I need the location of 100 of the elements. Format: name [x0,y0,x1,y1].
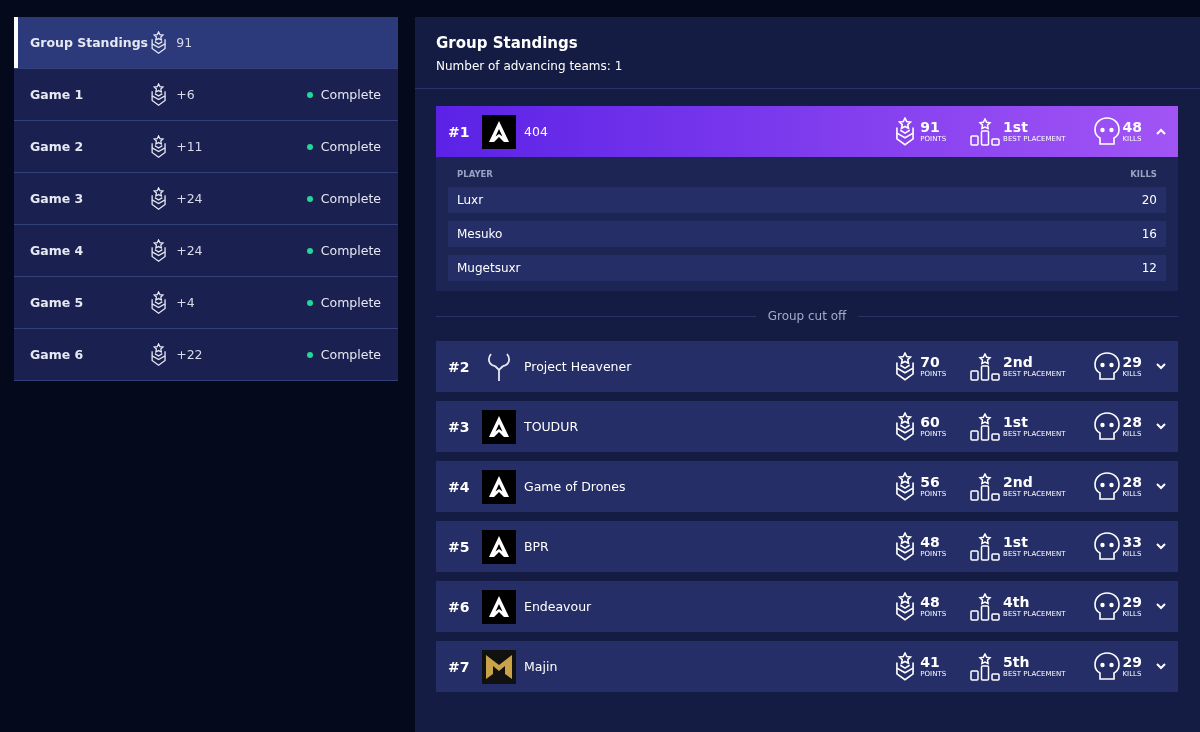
skull-icon [1093,472,1120,501]
team-name: Game of Drones [524,479,627,494]
points-value: 56 [920,474,941,490]
skull-icon [1093,352,1120,381]
team-rank: #2 [448,358,471,375]
player-kills: 12 [1141,261,1157,275]
team-rank: #1 [448,123,471,140]
item-label: Game 2 [30,139,85,154]
chevron-down-icon[interactable] [1156,663,1166,670]
chevron-star-icon [149,342,169,367]
chevron-down-icon[interactable] [1156,423,1166,430]
placement-value: 1st [1003,534,1029,550]
team-logo [482,469,516,504]
status-label: Complete [320,295,381,310]
team-logo [482,114,516,149]
item-label: Game 6 [30,347,85,362]
player-kills: 16 [1141,227,1157,241]
chevron-up-icon[interactable] [1156,128,1166,135]
chevron-star-icon [149,30,169,55]
chevron-star-icon [149,186,169,211]
status-dot [306,351,313,358]
points-value: 60 [920,414,941,430]
team-name: 404 [524,124,549,139]
column-header: PLAYER [457,169,493,179]
status-dot [306,195,313,202]
placement-value: 4th [1003,594,1031,610]
chevron-star-icon [149,238,169,263]
player-name: Luxr [457,193,484,207]
chevron-down-icon[interactable] [1156,543,1166,550]
team-name: Majin [524,659,559,674]
status-label: Complete [320,139,381,154]
kills-value: 33 [1122,534,1142,550]
team-logo [482,529,516,564]
placement-value: 5th [1003,654,1031,670]
team-logo [482,649,516,684]
team-rank: #7 [448,658,471,675]
cutoff-label: Group cut off [767,309,847,323]
chevron-star-icon [149,82,169,107]
podium-icon [970,592,1001,621]
points-value: +24 [176,191,204,206]
status-dot [306,91,313,98]
placement-value: 1st [1003,414,1029,430]
kills-value: 28 [1122,474,1142,490]
status-dot [306,143,313,150]
status-label: Complete [320,347,381,362]
points-value: +6 [176,87,196,102]
status-label: Complete [320,87,381,102]
podium-icon [970,117,1001,146]
kills-value: 29 [1122,354,1142,370]
team-rank: #4 [448,478,471,495]
skull-icon [1093,412,1120,441]
podium-icon [970,652,1001,681]
team-rank: #3 [448,418,471,435]
sidebar-item[interactable]: Group Standings 91 [14,17,398,69]
team-name: Endeavour [524,599,593,614]
player-name: Mesuko [457,227,503,241]
status-label: Complete [320,243,381,258]
kills-value: 48 [1122,119,1142,135]
column-header: KILLS [1130,169,1157,179]
chevron-star-icon [149,134,169,159]
team-logo [482,409,516,444]
points-value: +11 [176,139,204,154]
team-rank: #5 [448,538,471,555]
kills-value: 29 [1122,654,1142,670]
points-value: 91 [920,119,941,135]
team-name: Project Heavener [524,359,633,374]
points-value: 41 [920,654,941,670]
podium-icon [970,472,1001,501]
kills-value: 28 [1122,414,1142,430]
points-value: +24 [176,243,204,258]
team-logo [482,589,516,624]
item-label: Group Standings [30,35,149,50]
status-label: Complete [320,191,381,206]
panel-subtitle: Number of advancing teams: 1 [436,59,624,73]
status-dot [306,247,313,254]
points-value: 48 [920,594,941,610]
points-value: 48 [920,534,941,550]
placement-value: 2nd [1003,474,1034,490]
podium-icon [970,532,1001,561]
team-name: TOUDUR [524,419,580,434]
panel-title: Group Standings [436,34,579,52]
item-label: Game 5 [30,295,85,310]
skull-icon [1093,592,1120,621]
item-label: Game 3 [30,191,85,206]
status-dot [306,299,313,306]
skull-icon [1093,532,1120,561]
podium-icon [970,352,1001,381]
item-label: Game 4 [30,243,85,258]
chevron-down-icon[interactable] [1156,363,1166,370]
kills-value: 29 [1122,594,1142,610]
chevron-down-icon[interactable] [1156,603,1166,610]
points-value: +22 [176,347,204,362]
points-value: 91 [176,35,194,50]
chevron-down-icon[interactable] [1156,483,1166,490]
team-name: BPR [524,539,550,554]
points-value: 70 [920,354,941,370]
podium-icon [970,412,1001,441]
team-rank: #6 [448,598,471,615]
chevron-star-icon [149,290,169,315]
player-name: Mugetsuxr [457,261,521,275]
